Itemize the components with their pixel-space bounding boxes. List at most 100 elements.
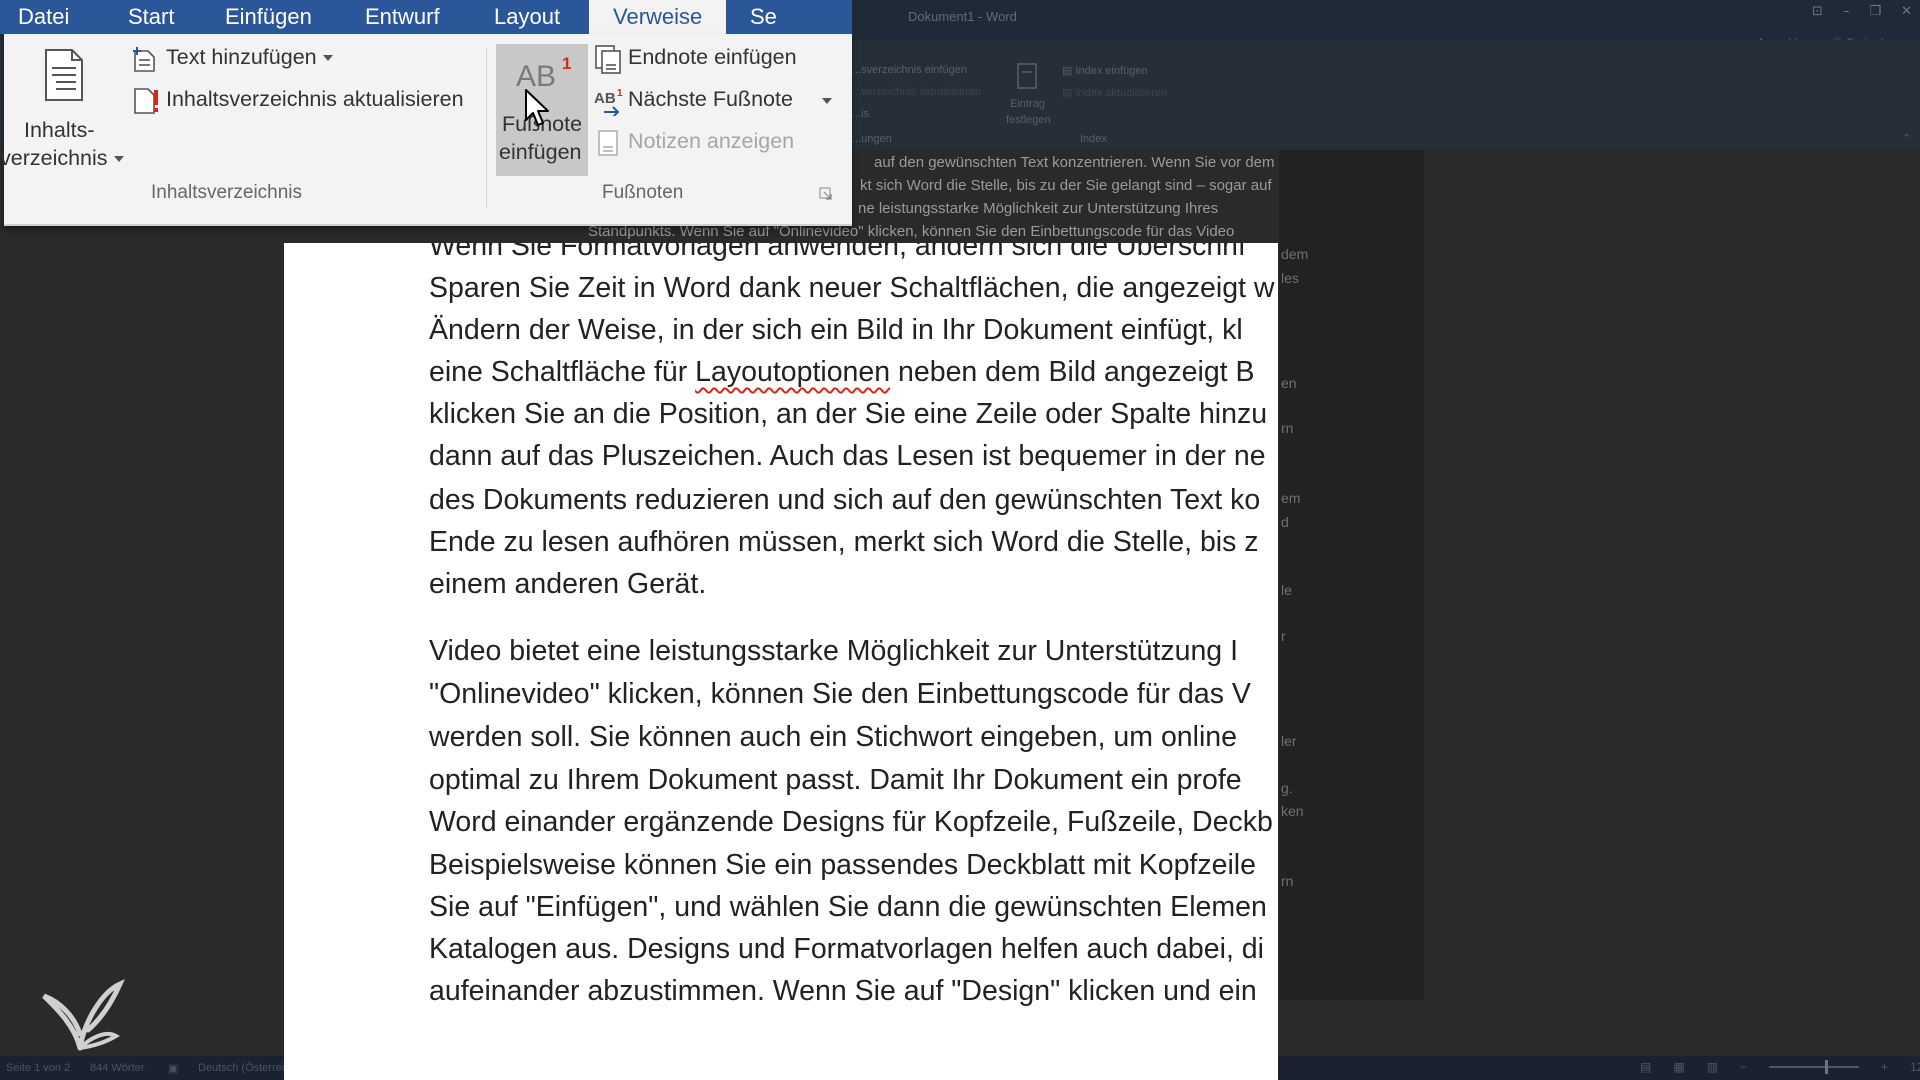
bg-fragment-is: ...is xyxy=(852,108,870,120)
dialog-launcher-icon[interactable] xyxy=(818,186,834,202)
chevron-down-icon[interactable] xyxy=(822,98,832,104)
collapse-ribbon-icon[interactable]: ⌃ xyxy=(1902,132,1911,145)
bg-entry-mark-2: festlegen xyxy=(1006,114,1051,126)
doc-line: Ende zu lesen aufhören müssen, merkt sic… xyxy=(429,526,1259,558)
zoom-out-icon[interactable]: − xyxy=(1740,1060,1747,1074)
bg-index-update[interactable]: ▤ Index aktualisieren xyxy=(1062,86,1167,99)
bg-edge-fragment: dem xyxy=(1281,246,1309,262)
bg-page xyxy=(1279,150,1424,1000)
insert-endnote-label: Endnote einfügen xyxy=(628,45,797,69)
doc-line: Word einander ergänzende Designs für Kop… xyxy=(429,806,1273,838)
doc-line: dann auf das Pluszeichen. Auch das Lesen… xyxy=(429,440,1266,472)
doc-line: "Onlinevideo" klicken, können Sie den Ei… xyxy=(429,678,1251,710)
tab-insert[interactable]: Einfügen xyxy=(225,0,312,34)
doc-line: optimal zu Ihrem Dokument passt. Damit I… xyxy=(429,764,1242,796)
tab-design[interactable]: Entwurf xyxy=(365,0,440,34)
tab-mailings[interactable]: Se xyxy=(750,0,777,34)
ribbon-panel-references: Inhalts- verzeichnis Text hinzufügen Inh… xyxy=(0,34,852,226)
print-layout-icon[interactable]: ▦ xyxy=(1673,1060,1684,1074)
insert-endnote-button[interactable]: Endnote einfügen xyxy=(594,42,824,76)
close-icon[interactable]: ✕ xyxy=(1901,4,1912,19)
bg-index-insert-label: Index einfügen xyxy=(1075,65,1148,77)
update-toc-button[interactable]: Inhaltsverzeichnis aktualisieren xyxy=(132,84,482,118)
show-notes-button[interactable]: Notizen anzeigen xyxy=(594,126,824,160)
butterfly-logo-icon xyxy=(42,979,125,1051)
bg-edge-fragment: les xyxy=(1281,270,1299,286)
toc-button-label-2: verzeichnis xyxy=(0,146,124,171)
tab-layout[interactable]: Layout xyxy=(494,0,560,34)
show-notes-icon xyxy=(598,130,618,156)
bg-edge-fragment: em xyxy=(1281,490,1301,506)
document-page[interactable]: Wenn Sie Formatvorlagen anwenden, ändern… xyxy=(284,243,1278,1080)
status-page[interactable]: Seite 1 von 2 xyxy=(6,1062,70,1074)
proofing-icon[interactable]: ▣ xyxy=(168,1062,178,1075)
view-and-zoom-controls: ▤ ▦ ▥ − + 120% xyxy=(1640,1060,1920,1074)
bg-group-citations: ...ungen xyxy=(852,133,892,145)
bg-edge-fragment: d xyxy=(1281,514,1289,530)
update-toc-icon xyxy=(134,88,158,114)
add-text-button[interactable]: Text hinzufügen xyxy=(132,42,352,76)
doc-line: Beispielsweise können Sie ein passendes … xyxy=(429,849,1256,881)
ribbon-tab-bar: Datei Start Einfügen Entwurf Layout Verw… xyxy=(0,0,852,34)
mark-entry-icon[interactable] xyxy=(1015,62,1041,92)
group-label-toc: Inhaltsverzeichnis xyxy=(151,182,303,203)
doc-line: Sie auf "Einfügen", und wählen Sie dann … xyxy=(429,891,1267,923)
bg-entry-mark-1: Eintrag xyxy=(1010,98,1045,110)
svg-text:AB: AB xyxy=(594,90,616,107)
read-mode-icon[interactable]: ▤ xyxy=(1640,1060,1651,1074)
zoom-in-icon[interactable]: + xyxy=(1881,1060,1888,1074)
toc-button-label-1: Inhalts- xyxy=(24,118,95,142)
add-text-label: Text hinzufügen xyxy=(166,45,333,70)
bg-edge-fragment: le xyxy=(1281,582,1292,598)
toc-icon xyxy=(45,49,83,101)
doc-line: Sparen Sie Zeit in Word dank neuer Schal… xyxy=(429,272,1275,304)
toc-button-label-2-text: verzeichnis xyxy=(0,146,108,170)
doc-line-text: eine Schaltfläche für xyxy=(429,356,696,388)
bg-group-index: Index xyxy=(1080,133,1107,145)
tab-references[interactable]: Verweise xyxy=(589,0,727,34)
bg-edge-fragment: en xyxy=(1281,375,1297,391)
doc-line: klicken Sie an die Position, an der Sie … xyxy=(429,398,1268,430)
chevron-down-icon xyxy=(322,55,333,62)
window-title: Dokument1 - Word xyxy=(908,9,1017,24)
svg-text:1: 1 xyxy=(617,88,623,99)
doc-line: einem anderen Gerät. xyxy=(429,568,707,600)
bg-edge-fragment: ken xyxy=(1281,803,1304,819)
insert-footnote-label-2: einfügen xyxy=(499,140,582,164)
web-layout-icon[interactable]: ▥ xyxy=(1707,1060,1718,1074)
doc-line: eine Schaltfläche für Layoutoptionen neb… xyxy=(429,352,1255,392)
add-text-label-text: Text hinzufügen xyxy=(166,45,317,69)
status-words[interactable]: 844 Wörter xyxy=(90,1062,144,1074)
bg-line: ne leistungsstarke Möglichkeit zur Unter… xyxy=(858,200,1219,217)
minimize-icon[interactable]: – xyxy=(1843,4,1850,19)
add-text-icon xyxy=(133,47,155,72)
bg-line: kt sich Word die Stelle, bis zu der Sie … xyxy=(860,177,1272,194)
bg-edge-fragment: ler xyxy=(1281,733,1297,749)
doc-line: werden soll. Sie können auch ein Stichwo… xyxy=(429,721,1238,753)
bg-index-insert[interactable]: ▤ Index einfügen xyxy=(1062,64,1148,77)
tab-home[interactable]: Start xyxy=(128,0,174,34)
doc-line-text: neben dem Bild angezeigt B xyxy=(890,356,1255,388)
bg-toc-insert: ...sverzeichnis einfügen xyxy=(852,64,967,76)
doc-line: Ändern der Weise, in der sich ein Bild i… xyxy=(429,314,1243,346)
restore-icon[interactable]: ❐ xyxy=(1869,4,1881,19)
bg-edge-fragment: rn xyxy=(1281,873,1294,889)
window-controls: ⊡ – ❐ ✕ xyxy=(1812,4,1912,19)
mouse-cursor-icon xyxy=(525,89,549,126)
tab-file[interactable]: Datei xyxy=(18,0,69,34)
next-footnote-label: Nächste Fußnote xyxy=(628,87,793,111)
next-footnote-icon: AB 1 xyxy=(594,88,623,116)
zoom-level[interactable]: 120% xyxy=(1910,1060,1920,1074)
zoom-slider[interactable] xyxy=(1769,1060,1860,1074)
toc-button[interactable]: Inhalts- verzeichnis xyxy=(0,48,124,178)
chevron-down-icon xyxy=(113,156,124,163)
zoom-slider-thumb[interactable] xyxy=(1825,1060,1829,1074)
word-screen: Dokument1 - Word ⊡ – ❐ ✕ Anmelden ⚇ Frei… xyxy=(0,0,1920,1080)
next-footnote-button[interactable]: AB 1 Nächste Fußnote xyxy=(594,84,834,118)
doc-line: aufeinander abzustimmen. Wenn Sie auf "D… xyxy=(429,975,1257,1007)
ribbon-display-icon[interactable]: ⊡ xyxy=(1812,4,1823,19)
bg-edge-fragment: rn xyxy=(1281,420,1294,436)
misspelled-word[interactable]: Layoutoptionen xyxy=(695,356,890,388)
doc-line: Wenn Sie Formatvorlagen anwenden, ändern… xyxy=(429,243,1246,262)
bg-edge-fragment: r xyxy=(1281,628,1286,644)
